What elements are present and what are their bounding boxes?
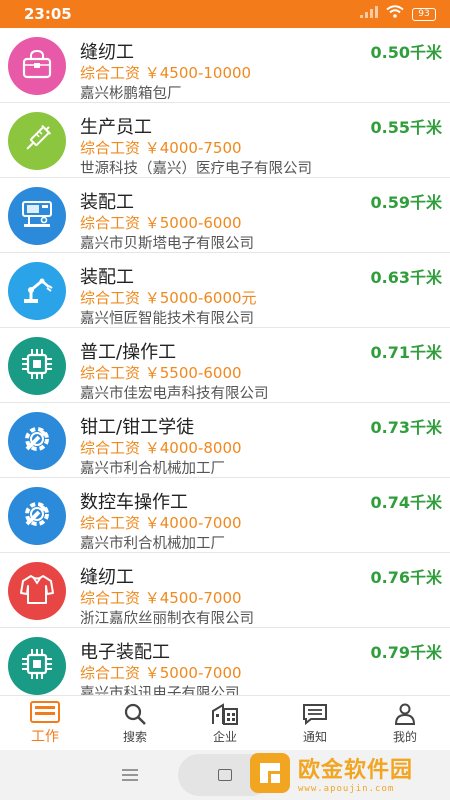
watermark: 欧金软件园 www.apoujin.com: [248, 748, 448, 798]
tab-search[interactable]: 搜索: [90, 696, 180, 750]
job-salary: 综合工资 ￥4000-7500: [80, 139, 242, 157]
job-avatar: [8, 487, 66, 545]
menu-icon[interactable]: [122, 768, 138, 786]
tab-label: 工作: [31, 729, 59, 745]
job-company: 嘉兴市利合机械加工厂: [80, 461, 225, 477]
watermark-url: www.apoujin.com: [298, 784, 395, 794]
job-distance: 0.73千米: [370, 418, 442, 437]
tab-label: 搜索: [122, 729, 147, 744]
job-avatar: [8, 562, 66, 620]
job-avatar: [8, 337, 66, 395]
tab-company[interactable]: 企业: [180, 696, 270, 750]
job-avatar: [8, 412, 66, 470]
job-salary: 综合工资 ￥5000-6000元: [80, 289, 257, 307]
tab-mine[interactable]: 我的: [360, 696, 450, 750]
job-row[interactable]: 装配工 0.63千米 综合工资 ￥5000-6000元 嘉兴恒匠智能技术有限公司: [0, 253, 450, 328]
job-title: 普工/操作工: [80, 342, 177, 363]
chip-icon: [20, 347, 54, 386]
user-icon: [394, 702, 416, 726]
job-salary: 综合工资 ￥4000-7000: [80, 514, 242, 532]
building-icon: [211, 702, 239, 726]
tab-label: 我的: [392, 729, 417, 744]
job-avatar: [8, 187, 66, 245]
chip-icon: [20, 647, 54, 686]
tab-notice[interactable]: 通知: [270, 696, 360, 750]
shirt-icon: [19, 573, 55, 610]
syringe-icon: [20, 122, 54, 161]
job-title: 数控车操作工: [80, 492, 188, 513]
job-salary: 综合工资 ￥5000-7000: [80, 664, 242, 682]
machine-icon: [20, 199, 54, 234]
job-avatar: [8, 112, 66, 170]
job-title: 生产员工: [80, 117, 152, 138]
tab-label: 通知: [302, 729, 327, 744]
job-distance: 0.74千米: [370, 493, 442, 512]
job-company: 嘉兴彬鹏箱包厂: [80, 86, 182, 102]
job-title: 装配工: [80, 192, 134, 213]
job-company: 嘉兴恒匠智能技术有限公司: [80, 311, 254, 327]
job-company: 世源科技（嘉兴）医疗电子有限公司: [80, 161, 312, 177]
battery-icon: 93: [412, 7, 436, 21]
job-title: 装配工: [80, 267, 134, 288]
job-company: 嘉兴市佳宏电声科技有限公司: [80, 386, 269, 402]
tab-work[interactable]: 工作: [0, 696, 90, 750]
tab-bar: 工作 搜索 企业 通知 我的: [0, 695, 450, 750]
job-row[interactable]: 数控车操作工 0.74千米 综合工资 ￥4000-7000 嘉兴市利合机械加工厂: [0, 478, 450, 553]
job-distance: 0.59千米: [370, 193, 442, 212]
job-distance: 0.71千米: [370, 343, 442, 362]
job-row[interactable]: 缝纫工 0.76千米 综合工资 ￥4500-7000 浙江嘉欣丝丽制衣有限公司: [0, 553, 450, 628]
job-title: 电子装配工: [80, 642, 170, 663]
job-distance: 0.79千米: [370, 643, 442, 662]
job-row[interactable]: 电子装配工 0.79千米 综合工资 ￥5000-7000 嘉兴市科讯电子有限公司: [0, 628, 450, 695]
job-avatar: [8, 37, 66, 95]
tab-label: 企业: [212, 729, 237, 744]
job-avatar: [8, 637, 66, 695]
job-distance: 0.55千米: [370, 118, 442, 137]
job-distance: 0.63千米: [370, 268, 442, 287]
job-row[interactable]: 钳工/钳工学徒 0.73千米 综合工资 ￥4000-8000 嘉兴市利合机械加工…: [0, 403, 450, 478]
status-time: 23:05: [24, 5, 72, 23]
robot-arm-icon: [20, 273, 54, 310]
job-title: 缝纫工: [80, 42, 134, 63]
wrench-gear-icon: [19, 421, 55, 462]
job-distance: 0.50千米: [370, 43, 442, 62]
watermark-title: 欧金软件园: [298, 758, 414, 783]
job-salary: 综合工资 ￥5000-6000: [80, 214, 242, 232]
job-row[interactable]: 普工/操作工 0.71千米 综合工资 ￥5500-6000 嘉兴市佳宏电声科技有…: [0, 328, 450, 403]
wrench-gear-icon: [19, 496, 55, 537]
handbag-icon: [21, 49, 53, 84]
job-row[interactable]: 生产员工 0.55千米 综合工资 ￥4000-7500 世源科技（嘉兴）医疗电子…: [0, 103, 450, 178]
job-distance: 0.76千米: [370, 568, 442, 587]
job-salary: 综合工资 ￥4000-8000: [80, 439, 242, 457]
job-company: 嘉兴市科讯电子有限公司: [80, 686, 240, 695]
job-title: 钳工/钳工学徒: [80, 417, 195, 438]
job-list[interactable]: 缝纫工 0.50千米 综合工资 ￥4500-10000 嘉兴彬鹏箱包厂 生产员工…: [0, 28, 450, 695]
job-row[interactable]: 装配工 0.59千米 综合工资 ￥5000-6000 嘉兴市贝斯塔电子有限公司: [0, 178, 450, 253]
job-company: 嘉兴市贝斯塔电子有限公司: [80, 236, 254, 252]
job-title: 缝纫工: [80, 567, 134, 588]
status-icons: 93: [360, 5, 436, 23]
signal-icon: [360, 5, 378, 23]
search-icon: [124, 702, 146, 726]
home-icon: [218, 769, 232, 781]
wifi-icon: [386, 5, 404, 23]
watermark-logo-icon: [250, 753, 290, 793]
job-salary: 综合工资 ￥4500-10000: [80, 64, 252, 82]
job-company: 嘉兴市利合机械加工厂: [80, 536, 225, 552]
job-avatar: [8, 262, 66, 320]
status-bar: 23:05 93: [0, 0, 450, 28]
job-salary: 综合工资 ￥5500-6000: [80, 364, 242, 382]
job-row[interactable]: 缝纫工 0.50千米 综合工资 ￥4500-10000 嘉兴彬鹏箱包厂: [0, 28, 450, 103]
message-icon: [302, 702, 328, 726]
job-company: 浙江嘉欣丝丽制衣有限公司: [80, 611, 254, 627]
job-salary: 综合工资 ￥4500-7000: [80, 589, 242, 607]
work-icon: [30, 700, 60, 724]
